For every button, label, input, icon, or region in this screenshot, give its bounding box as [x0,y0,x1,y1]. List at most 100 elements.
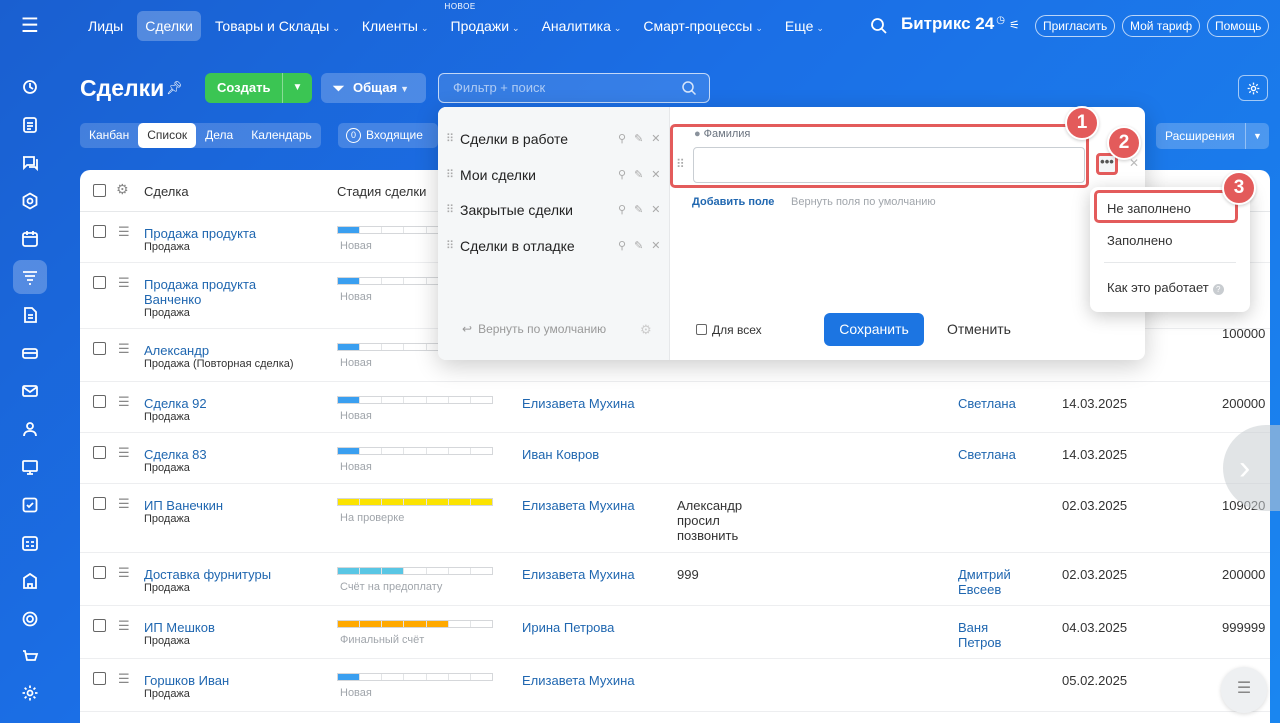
rail-building-icon[interactable] [13,564,47,598]
stage-progress-bar[interactable] [337,396,493,404]
contact-link[interactable]: Дмитрий Евсеев [958,567,1028,597]
table-row[interactable]: ☰ Горшков Иван Продажа Новая Елизавета Мухин… [80,659,1270,712]
rail-storage-icon[interactable] [13,336,47,370]
drag-handle-icon[interactable]: ⠿ [446,198,454,222]
for-all-checkbox[interactable]: Для всех [696,323,762,337]
view-tab-2[interactable]: Дела [196,123,242,148]
row-menu-icon[interactable]: ☰ [118,619,130,632]
deal-name-link[interactable]: ИП Мешков [144,620,314,635]
rail-cart-icon[interactable] [13,640,47,674]
row-checkbox[interactable] [93,395,106,408]
filter-search-input[interactable]: Фильтр + поиск [438,73,710,103]
rail-crm-icon[interactable] [13,260,47,294]
stage-progress-bar[interactable] [337,673,493,681]
rail-checkbox-icon[interactable] [13,488,47,522]
delete-close-icon[interactable]: ✕ [651,133,668,145]
row-menu-icon[interactable]: ☰ [118,225,130,238]
deal-name-link[interactable]: Сделка 83 [144,447,314,462]
view-tab-0[interactable]: Канбан [80,123,138,148]
table-row[interactable]: ☰ ИП Мешков Продажа Финальный счёт Ирина Пет… [80,606,1270,659]
deal-name-link[interactable]: Продажа продукта [144,226,314,241]
row-menu-icon[interactable]: ☰ [118,342,130,355]
menu-item-filled[interactable]: Заполнено [1107,233,1172,248]
pin-icon[interactable]: 📌︎ [166,80,183,96]
pin-icon[interactable]: ⚲ [618,133,634,145]
edit-pencil-icon[interactable]: ✎ [634,204,651,216]
table-row[interactable]: ☰ Сделка 92 Продажа Новая Елизавета Мухина Св… [80,382,1270,433]
row-checkbox[interactable] [93,342,106,355]
search-icon[interactable] [681,80,697,96]
delete-close-icon[interactable]: ✕ [651,240,668,252]
select-all-checkbox[interactable] [93,184,106,197]
delete-close-icon[interactable]: ✕ [651,169,668,181]
bitrix-logo[interactable]: Битрикс 24 ◷ ⚟ [901,14,1020,34]
row-menu-icon[interactable]: ☰ [118,672,130,685]
columns-gear-icon[interactable]: ⚙ [116,181,129,198]
list-settings-button[interactable] [1238,75,1268,101]
nav-item-0[interactable]: Лиды [80,11,131,41]
rail-calendar-icon[interactable] [13,222,47,256]
view-tab-1[interactable]: Список [138,123,197,148]
nav-item-7[interactable]: Еще ⌄ [777,11,832,41]
deal-name-link[interactable]: Продажа продукта Ванченко [144,277,314,307]
rail-users-icon[interactable] [13,412,47,446]
drag-handle-icon[interactable]: ⠿ [446,234,454,258]
row-checkbox[interactable] [93,619,106,632]
edit-pencil-icon[interactable]: ✎ [634,169,651,181]
create-button[interactable]: Создать ▼ [205,73,312,103]
rail-screen-icon[interactable] [13,450,47,484]
rail-schedule-icon[interactable] [13,526,47,560]
menu-item-how-it-works[interactable]: Как это работает? [1107,280,1224,295]
table-row[interactable]: ☰ Доставка фурнитуры Продажа Счёт на предоп… [80,553,1270,606]
column-header-deal[interactable]: Сделка [144,184,189,199]
presets-settings-icon[interactable]: ⚙ [640,322,652,338]
row-checkbox[interactable] [93,497,106,510]
invite-button[interactable]: Пригласить [1035,15,1116,37]
rail-tasks-icon[interactable] [13,108,47,142]
nav-item-4[interactable]: НОВОЕ Продажи ⌄ [443,2,528,41]
nav-item-2[interactable]: Товары и Склады ⌄ [207,11,348,41]
my-tariff-button[interactable]: Мой тариф [1122,15,1201,37]
delete-close-icon[interactable]: ✕ [651,204,668,216]
edit-pencil-icon[interactable]: ✎ [634,240,651,252]
responsible-link[interactable]: Елизавета Мухина [522,396,635,411]
nav-item-1[interactable]: Сделки [137,11,201,41]
help-button[interactable]: Помощь [1207,15,1270,37]
rail-settings-icon[interactable] [13,676,47,710]
nav-item-5[interactable]: Аналитика ⌄ [534,11,630,41]
row-checkbox[interactable] [93,225,106,238]
stage-progress-bar[interactable] [337,620,493,628]
reset-fields-link[interactable]: Вернуть поля по умолчанию [791,196,936,208]
rail-hexagon-icon[interactable] [13,184,47,218]
responsible-link[interactable]: Елизавета Мухина [522,673,635,688]
save-button[interactable]: Сохранить [824,313,924,346]
preset-item-0[interactable]: ⠿ Сделки в работе ⚲✎✕ [446,127,666,151]
deal-name-link[interactable]: Доставка фурнитуры [144,567,314,582]
edit-pencil-icon[interactable]: ✎ [634,133,651,145]
row-checkbox[interactable] [93,276,106,289]
cancel-button[interactable]: Отменить [947,321,1011,337]
row-checkbox[interactable] [93,566,106,579]
deal-name-link[interactable]: Горшков Иван [144,673,314,688]
responsible-link[interactable]: Елизавета Мухина [522,567,635,582]
row-checkbox[interactable] [93,672,106,685]
rail-document-icon[interactable] [13,298,47,332]
contact-link[interactable]: Ваня Петров [958,620,1028,650]
create-dropdown-chevron-icon[interactable]: ▼ [282,73,312,103]
responsible-link[interactable]: Иван Ковров [522,447,599,462]
deal-name-link[interactable]: Александр [144,343,314,358]
menu-burger-icon[interactable]: ☰ [18,16,42,36]
global-search-icon[interactable] [870,17,888,35]
row-menu-icon[interactable]: ☰ [118,446,130,459]
rail-feed-icon[interactable] [13,70,47,104]
nav-item-6[interactable]: Смарт-процессы ⌄ [635,11,770,41]
row-checkbox[interactable] [93,446,106,459]
rail-target-icon[interactable] [13,602,47,636]
help-icon[interactable]: ? [1212,284,1224,295]
row-menu-icon[interactable]: ☰ [118,566,130,579]
view-tab-3[interactable]: Календарь [242,123,321,148]
rail-chat-icon[interactable] [13,146,47,180]
extensions-button[interactable]: Расширения ▼ [1156,123,1269,149]
stage-progress-bar[interactable] [337,567,493,575]
drag-handle-icon[interactable]: ⠿ [446,163,454,187]
